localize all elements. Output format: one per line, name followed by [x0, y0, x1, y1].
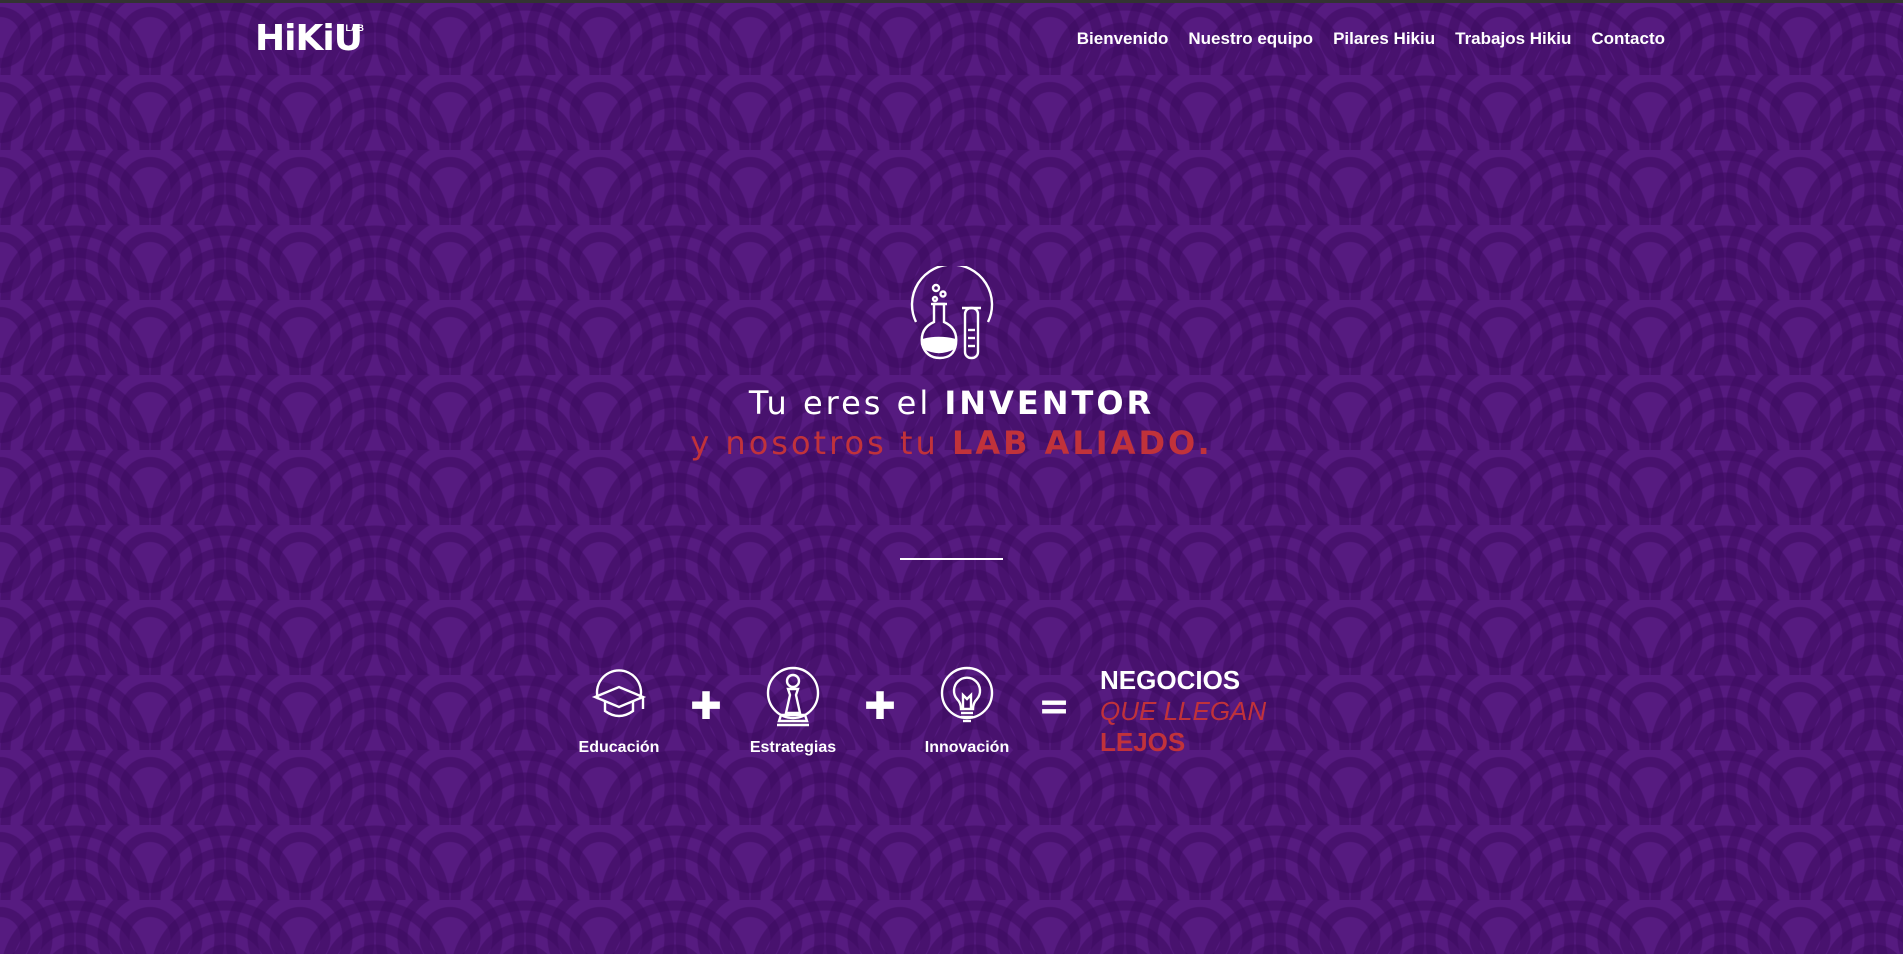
site-header: HiKiU LAB Bienvenido Nuestro equipo Pila…	[255, 14, 1665, 64]
result-line-1: NEGOCIOS	[1100, 665, 1241, 695]
hero-headline: Tu eres el INVENTOR y nosotros tu LAB AL…	[0, 383, 1903, 463]
equals-sign: =	[1038, 684, 1070, 728]
pillar-estrategias-label: Estrategias	[749, 739, 837, 756]
nav-bienvenido[interactable]: Bienvenido	[1077, 29, 1169, 49]
headline-line1-light: Tu eres el	[748, 384, 945, 422]
value-formula: Educación ✚ Estrategias ✚ Innovación = N…	[574, 665, 1267, 765]
headline-line-2: y nosotros tu LAB ALIADO.	[0, 423, 1903, 463]
result-line-3: LEJOS	[1100, 727, 1186, 757]
pillar-educacion-label: Educación	[578, 739, 660, 756]
nav-contacto[interactable]: Contacto	[1591, 29, 1665, 49]
nav-trabajos-hikiu[interactable]: Trabajos Hikiu	[1455, 29, 1571, 49]
divider-line	[900, 558, 1003, 560]
pillar-innovacion: Innovación	[922, 665, 1012, 757]
headline-line2-light: y nosotros tu	[690, 424, 952, 462]
result-line-2: QUE LLEGAN	[1100, 696, 1267, 726]
pillar-educacion: Educación	[574, 665, 664, 757]
formula-result: NEGOCIOS QUE LLEGAN LEJOS	[1100, 665, 1266, 758]
pillar-estrategias: Estrategias	[748, 665, 838, 757]
logo-sub: LAB	[345, 23, 364, 33]
headline-line1-bold: INVENTOR	[944, 384, 1155, 422]
headline-line2-bold: LAB ALIADO.	[951, 424, 1213, 462]
headline-line-1: Tu eres el INVENTOR	[0, 383, 1903, 423]
top-border	[0, 0, 1903, 3]
lightbulb-icon	[940, 666, 994, 723]
nav-pilares-hikiu[interactable]: Pilares Hikiu	[1333, 29, 1435, 49]
chess-pawn-icon	[766, 666, 820, 727]
plus-sign-2: ✚	[864, 684, 896, 728]
main-nav: Bienvenido Nuestro equipo Pilares Hikiu …	[1077, 29, 1665, 49]
plus-sign: ✚	[690, 684, 722, 728]
hikiu-logo[interactable]: HiKiU LAB	[255, 19, 364, 59]
nav-nuestro-equipo[interactable]: Nuestro equipo	[1188, 29, 1313, 49]
graduation-cap-icon	[591, 669, 647, 718]
lab-flask-icon	[910, 266, 994, 360]
pillar-innovacion-label: Innovación	[924, 739, 1010, 756]
